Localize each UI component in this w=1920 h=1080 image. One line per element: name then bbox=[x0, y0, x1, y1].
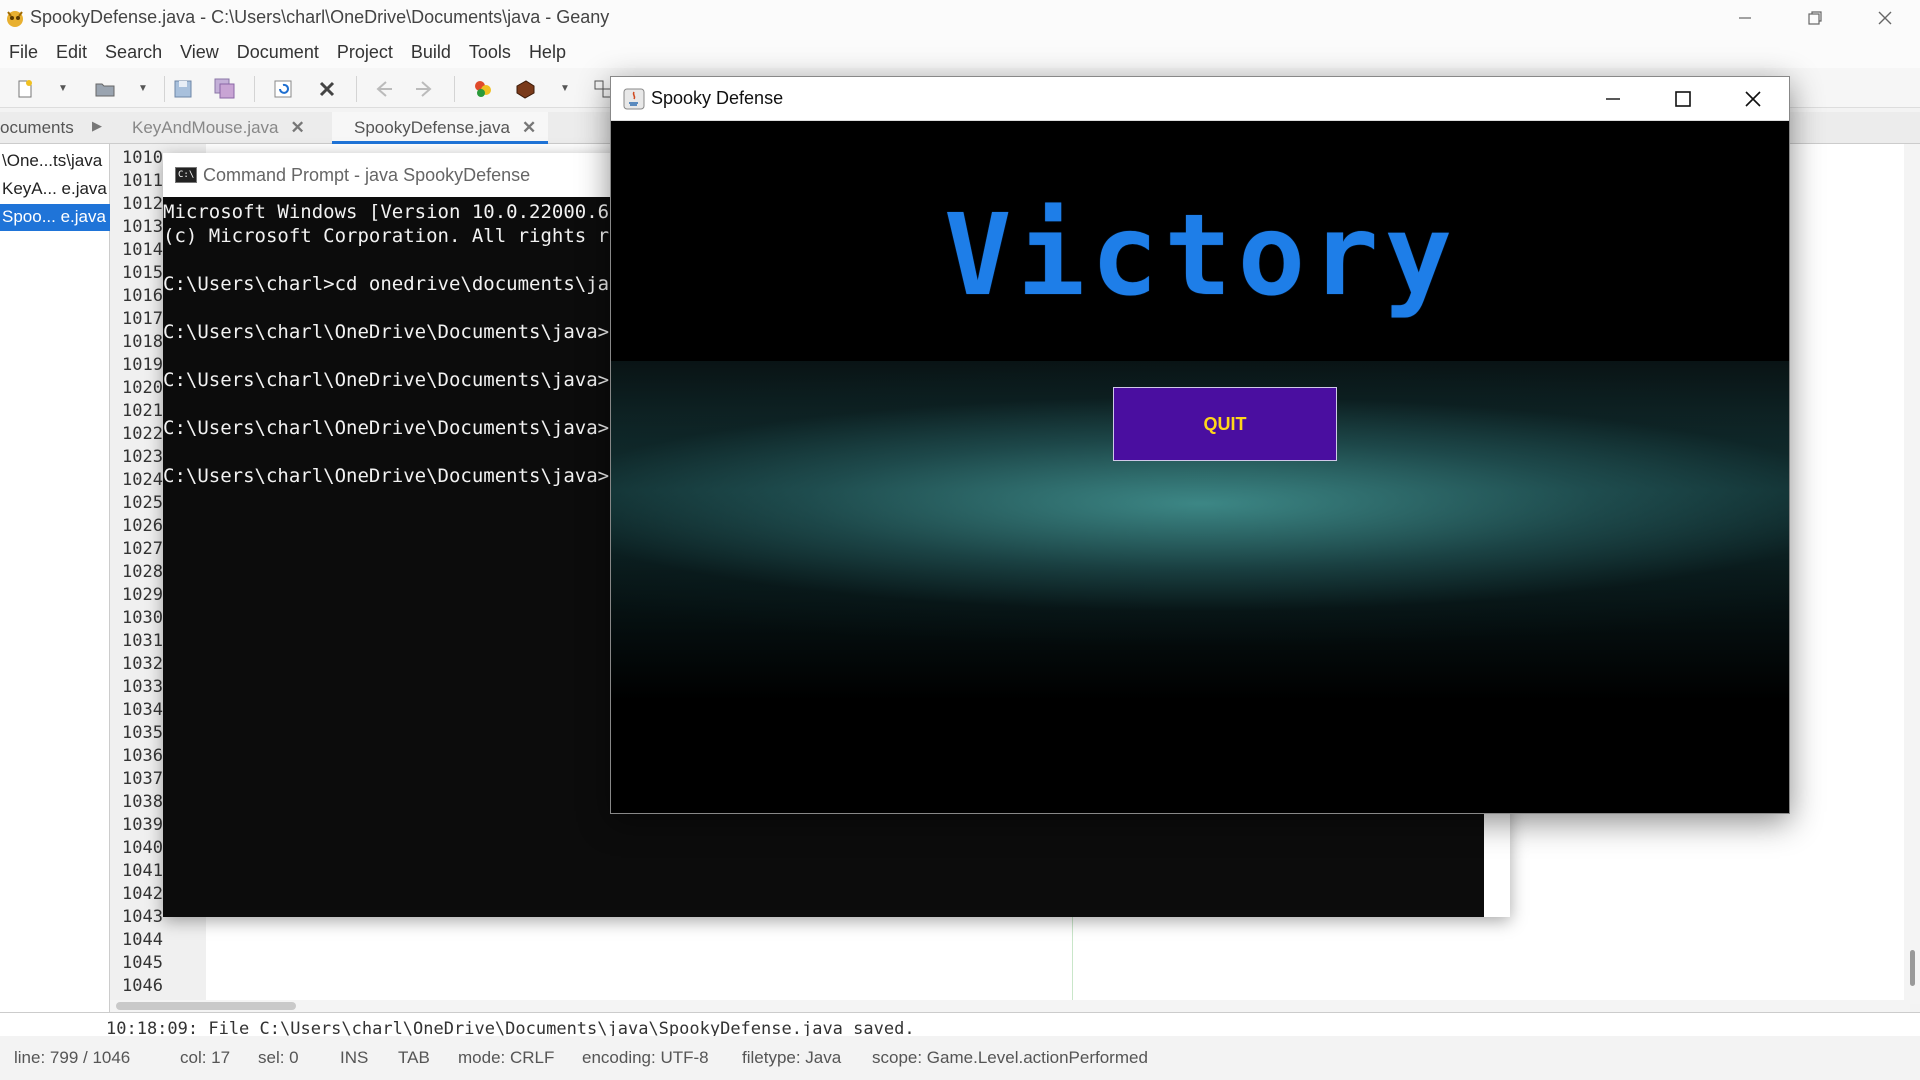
console-line: C:\Users\charl\OneDrive\Documents\java>j… bbox=[163, 321, 632, 343]
status-tab: TAB bbox=[398, 1048, 430, 1067]
sidebar-item-folder[interactable]: \One...ts\java bbox=[0, 148, 110, 175]
horizontal-scrollbar[interactable] bbox=[110, 1000, 1910, 1012]
close-file-button[interactable] bbox=[314, 76, 340, 102]
navigate-back-button[interactable] bbox=[370, 76, 396, 102]
status-ins: INS bbox=[340, 1048, 369, 1067]
geany-app-icon bbox=[7, 11, 23, 27]
maximize-icon bbox=[1675, 91, 1691, 107]
console-line: C:\Users\charl>cd onedrive\documents\jav… bbox=[163, 273, 632, 295]
tab-label: SpookyDefense.java bbox=[354, 118, 510, 137]
save-button[interactable] bbox=[170, 76, 196, 102]
victory-heading: Victory bbox=[943, 191, 1458, 321]
build-button[interactable] bbox=[512, 76, 538, 102]
status-sel: sel: 0 bbox=[258, 1048, 299, 1067]
line-number: 1045 bbox=[122, 953, 163, 973]
sidebar: \One...ts\java KeyA... e.java Spoo... e.… bbox=[0, 144, 110, 1012]
statusbar: line: 799 / 1046 col: 17 sel: 0 INS TAB … bbox=[0, 1036, 1920, 1080]
console-line: (c) Microsoft Corporation. All rights re… bbox=[163, 225, 632, 247]
cmd-title: Command Prompt - java SpookyDefense bbox=[203, 165, 531, 185]
restore-button[interactable] bbox=[1780, 0, 1850, 36]
menu-search[interactable]: Search bbox=[96, 42, 171, 63]
save-all-button[interactable] bbox=[212, 76, 238, 102]
compile-button[interactable] bbox=[470, 76, 496, 102]
navigate-forward-button[interactable] bbox=[412, 76, 438, 102]
reload-button[interactable] bbox=[270, 76, 296, 102]
compile-icon bbox=[475, 81, 491, 97]
vertical-scrollbar[interactable] bbox=[1904, 144, 1920, 1004]
menu-help[interactable]: Help bbox=[520, 42, 575, 63]
minimize-icon bbox=[1606, 98, 1620, 100]
menu-file[interactable]: File bbox=[0, 42, 47, 63]
console-line: Microsoft Windows [Version 10.0.22000.61… bbox=[163, 201, 632, 223]
tab-spookydefense[interactable]: SpookyDefense.java ✕ bbox=[332, 112, 549, 144]
status-line: line: 799 / 1046 bbox=[14, 1048, 131, 1067]
game-minimize-button[interactable] bbox=[1578, 77, 1648, 121]
spooky-defense-window[interactable]: Spooky Defense Victory QUIT bbox=[610, 76, 1790, 814]
new-file-button[interactable] bbox=[12, 76, 38, 102]
long-line-marker bbox=[1072, 914, 1073, 1000]
close-icon bbox=[1878, 11, 1892, 25]
java-app-icon bbox=[623, 88, 645, 110]
status-mode: mode: CRLF bbox=[458, 1048, 555, 1067]
reload-icon bbox=[274, 80, 292, 98]
close-file-icon bbox=[319, 81, 335, 97]
quit-button[interactable]: QUIT bbox=[1113, 387, 1337, 461]
close-icon bbox=[1745, 91, 1761, 107]
close-tab-icon[interactable]: ✕ bbox=[522, 118, 536, 137]
build-icon bbox=[516, 80, 535, 99]
menu-tools[interactable]: Tools bbox=[460, 42, 520, 63]
message-window: 10:18:09: File C:\Users\charl\OneDrive\D… bbox=[0, 1012, 1920, 1036]
sidebar-tab-documents[interactable]: ocuments bbox=[0, 118, 74, 138]
menu-build[interactable]: Build bbox=[402, 42, 460, 63]
message-text: 10:18:09: File C:\Users\charl\OneDrive\D… bbox=[106, 1019, 915, 1036]
new-file-dropdown[interactable]: ▼ bbox=[56, 78, 70, 98]
line-number: 1044 bbox=[122, 930, 163, 950]
chevron-right-icon[interactable]: ▶ bbox=[92, 118, 102, 134]
game-close-button[interactable] bbox=[1718, 77, 1788, 121]
save-all-icon bbox=[214, 78, 235, 99]
navigate-back-icon bbox=[376, 81, 392, 97]
sidebar-item-keyandmouse[interactable]: KeyA... e.java bbox=[0, 176, 110, 203]
open-file-dropdown[interactable]: ▼ bbox=[136, 78, 150, 98]
navigate-forward-icon bbox=[416, 81, 432, 97]
status-col: col: 17 bbox=[180, 1048, 231, 1067]
sidebar-tabs: ocuments ▶ bbox=[0, 112, 110, 144]
cmd-app-icon: C:\ bbox=[175, 167, 197, 183]
save-icon bbox=[174, 80, 192, 98]
tab-label: KeyAndMouse.java bbox=[132, 118, 279, 137]
game-window-title: Spooky Defense bbox=[651, 88, 784, 108]
geany-titlebar: SpookyDefense.java - C:\Users\charl\OneD… bbox=[0, 0, 1920, 36]
game-canvas[interactable]: Victory QUIT bbox=[611, 121, 1789, 813]
console-line: C:\Users\charl\OneDrive\Documents\java>j… bbox=[163, 465, 632, 487]
close-tab-icon[interactable]: ✕ bbox=[290, 118, 304, 137]
game-titlebar[interactable]: Spooky Defense bbox=[611, 77, 1789, 121]
menu-edit[interactable]: Edit bbox=[47, 42, 96, 63]
minimize-button[interactable] bbox=[1710, 0, 1780, 36]
status-scope: scope: Game.Level.actionPerformed bbox=[872, 1048, 1148, 1067]
status-filetype: filetype: Java bbox=[742, 1048, 842, 1067]
status-encoding: encoding: UTF-8 bbox=[582, 1048, 709, 1067]
menubar: File Edit Search View Document Project B… bbox=[0, 36, 1920, 68]
minimize-icon bbox=[1739, 17, 1751, 19]
sidebar-item-spookydefense[interactable]: Spoo... e.java bbox=[0, 204, 110, 231]
build-dropdown[interactable]: ▼ bbox=[558, 78, 572, 98]
tab-keyandmouse[interactable]: KeyAndMouse.java ✕ bbox=[110, 112, 317, 144]
menu-document[interactable]: Document bbox=[228, 42, 328, 63]
menu-project[interactable]: Project bbox=[328, 42, 402, 63]
window-title: SpookyDefense.java - C:\Users\charl\OneD… bbox=[30, 7, 610, 27]
restore-icon bbox=[1808, 11, 1822, 25]
console-line: C:\Users\charl\OneDrive\Documents\java>j… bbox=[163, 369, 632, 391]
game-maximize-button[interactable] bbox=[1648, 77, 1718, 121]
open-file-icon bbox=[95, 83, 115, 97]
new-file-icon bbox=[18, 80, 32, 98]
line-number: 1046 bbox=[122, 976, 163, 996]
open-file-button[interactable] bbox=[92, 76, 118, 102]
close-button[interactable] bbox=[1850, 0, 1920, 36]
console-line: C:\Users\charl\OneDrive\Documents\java>j… bbox=[163, 417, 632, 439]
menu-view[interactable]: View bbox=[171, 42, 228, 63]
